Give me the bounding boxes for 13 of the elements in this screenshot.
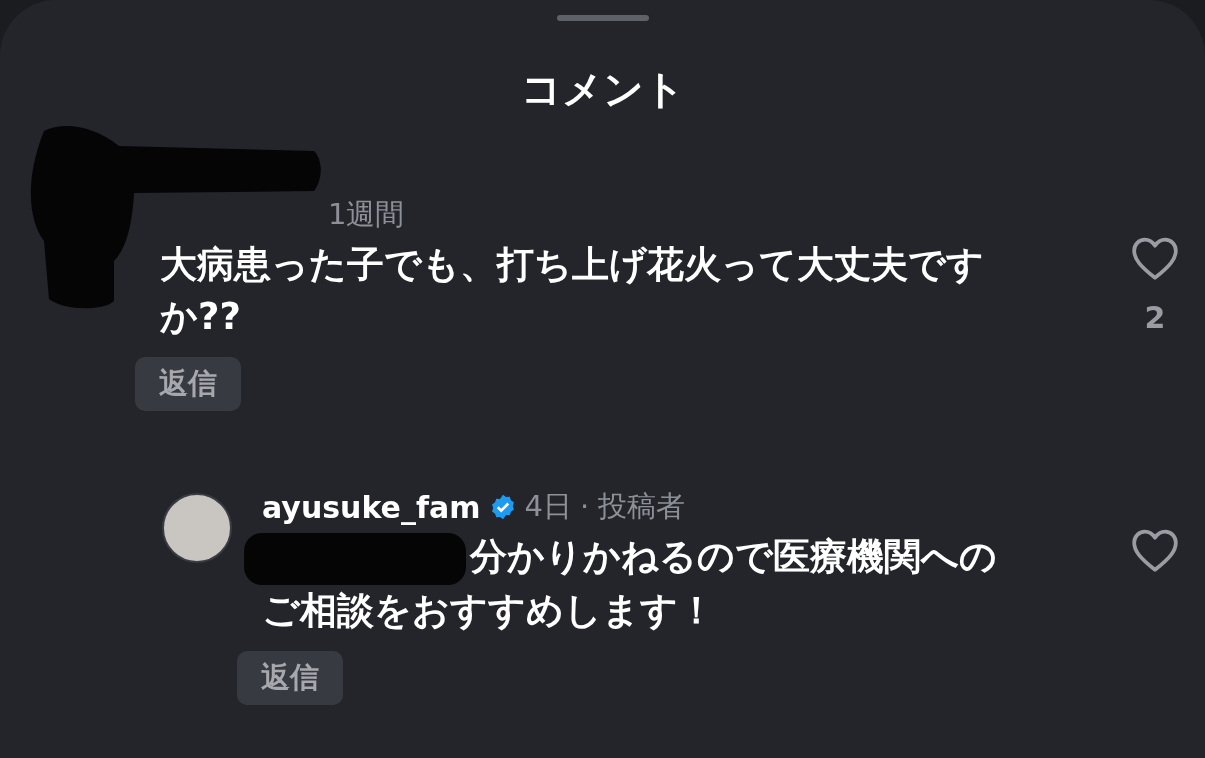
heart-icon[interactable] [1130,235,1180,281]
username[interactable]: ayusuke_fam [262,484,481,530]
author-label: · 投稿者 [579,488,686,526]
like-count: 2 [1144,299,1166,337]
reply-button[interactable]: 返信 [237,650,343,705]
heart-icon[interactable] [1130,527,1180,573]
timestamp: 1週間 [328,196,405,234]
sheet-title: コメント [520,65,685,114]
comment-text: 大病患った子でも、打ち上げ花火って大丈夫ですか?? [160,242,985,340]
timestamp: 4日 [524,488,572,526]
reply-button[interactable]: 返信 [135,357,241,411]
comment-text: 分かりかねるので医療機関へのご相談をおすすめします！ [262,531,1017,637]
drag-handle[interactable] [556,15,649,21]
